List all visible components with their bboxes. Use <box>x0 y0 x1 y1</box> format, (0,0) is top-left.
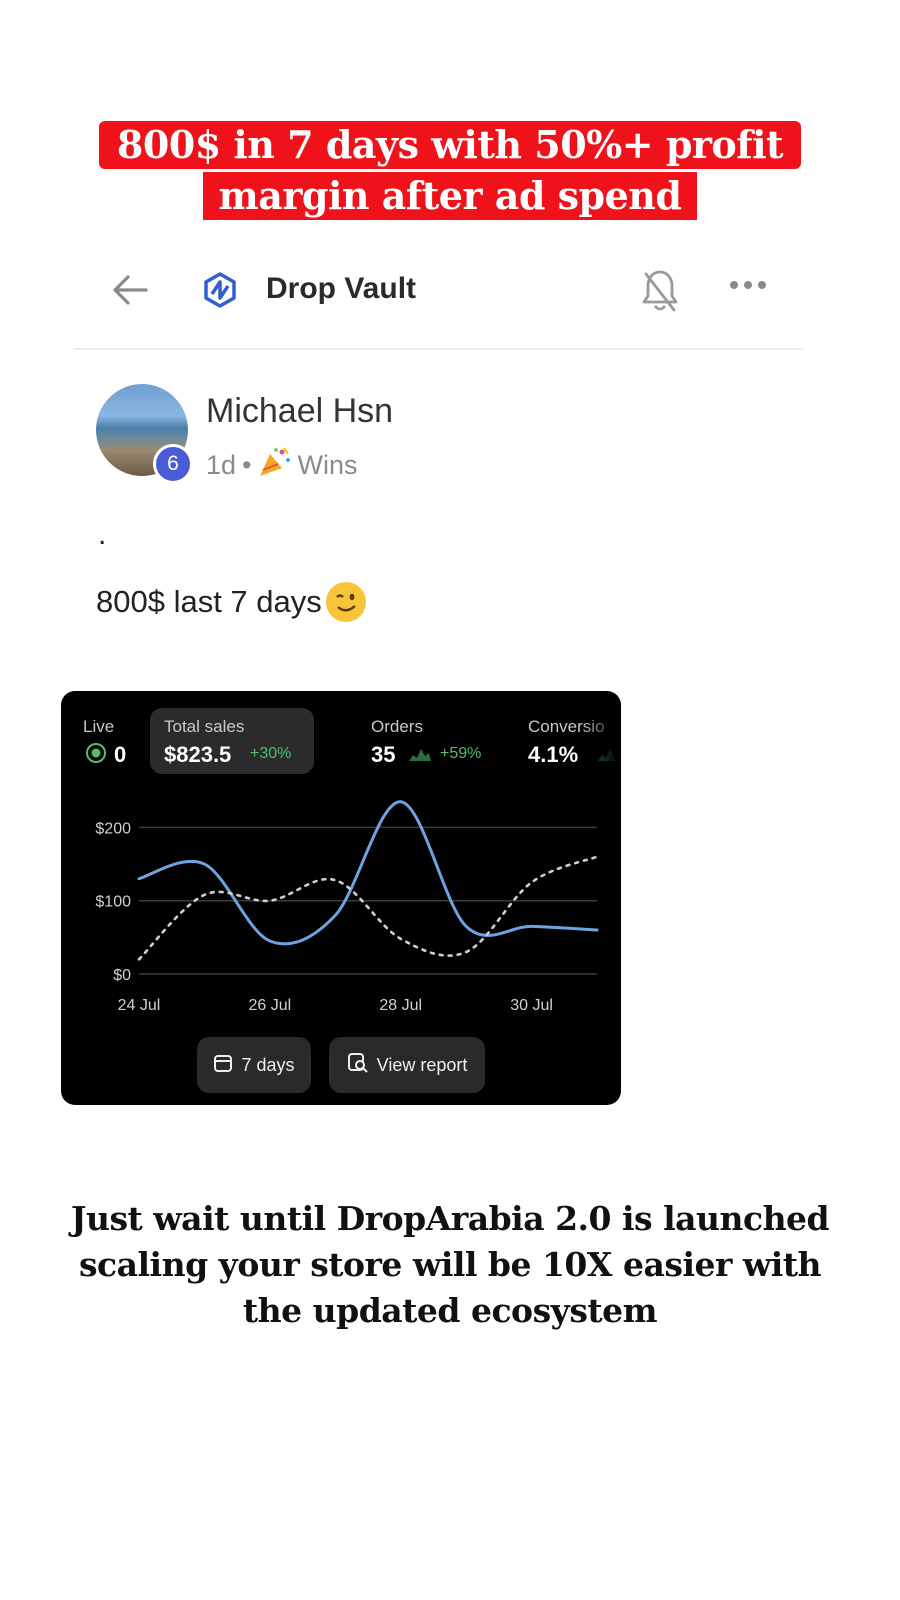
meta-separator: • <box>242 450 252 480</box>
banner-line-1: 800$ in 7 days with 50%+ profit <box>0 121 900 169</box>
range-button[interactable]: 7 days <box>197 1037 311 1093</box>
series-line-2 <box>137 855 599 961</box>
author-name[interactable]: Michael Hsn <box>206 392 393 431</box>
x-tick-label: 28 Jul <box>379 997 422 1014</box>
range-label: 7 days <box>241 1054 295 1075</box>
more-icon[interactable] <box>728 278 768 296</box>
party-popper-icon <box>258 446 292 485</box>
app-bar: Drop Vault <box>76 258 804 322</box>
caption: Just wait until DropArabia 2.0 is launch… <box>0 1196 900 1334</box>
y-tick-label: $200 <box>95 820 131 837</box>
banner-text-2: margin after ad spend <box>202 172 698 220</box>
back-arrow-icon[interactable] <box>110 272 150 313</box>
view-report-label: View report <box>376 1054 468 1075</box>
report-search-icon <box>347 1052 369 1079</box>
analytics-card: Live 0 Total sales $823.5 +30% Orders 35… <box>61 691 621 1105</box>
x-tick-label: 30 Jul <box>510 997 553 1014</box>
series-line-1 <box>137 800 599 946</box>
post-dot: . <box>98 518 107 551</box>
caption-line-2: scaling your store will be 10X easier wi… <box>78 1245 822 1284</box>
post-age: 1d <box>206 450 237 480</box>
bell-off-icon[interactable] <box>638 266 682 321</box>
level-badge: 6 <box>153 444 193 484</box>
banner-line-2: margin after ad spend <box>0 172 900 220</box>
view-report-button[interactable]: View report <box>329 1037 485 1093</box>
sales-chart[interactable]: $0 $100 $200 24 Jul 26 Jul 28 Jul 30 Jul <box>61 691 621 1031</box>
post-category[interactable]: Wins <box>298 450 358 481</box>
caption-line-1: Just wait until DropArabia 2.0 is launch… <box>70 1199 830 1238</box>
drop-vault-logo-icon <box>200 270 240 315</box>
calendar-icon <box>213 1053 233 1078</box>
y-tick-label: $100 <box>95 894 131 911</box>
wink-emoji-icon <box>325 582 366 622</box>
banner-text-1: 800$ in 7 days with 50%+ profit <box>98 121 802 169</box>
post-text-content: 800$ last 7 days <box>96 584 322 619</box>
app-title: Drop Vault <box>266 272 417 305</box>
y-tick-label: $0 <box>113 967 131 984</box>
post-text: 800$ last 7 days <box>96 582 366 622</box>
x-tick-label: 26 Jul <box>249 997 292 1014</box>
caption-line-3: the updated ecosystem <box>242 1291 658 1330</box>
divider <box>74 348 804 350</box>
post-meta: 1d • Wins <box>206 446 358 485</box>
x-tick-label: 24 Jul <box>118 997 161 1014</box>
